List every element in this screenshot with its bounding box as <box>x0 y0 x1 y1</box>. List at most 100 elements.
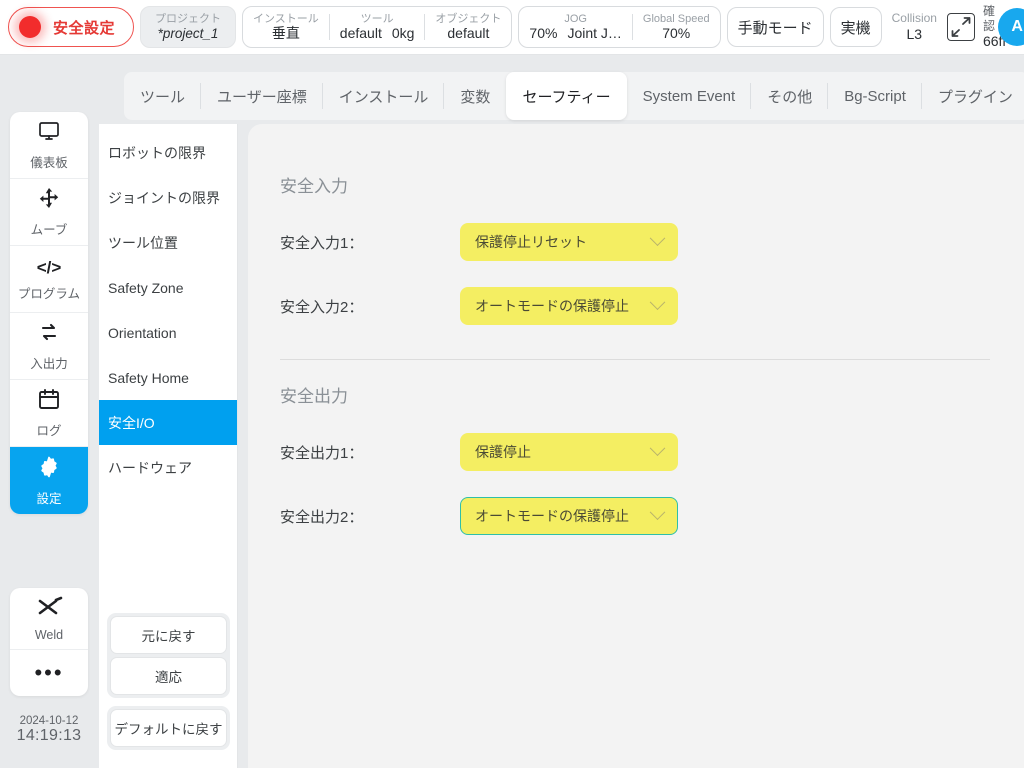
install-caption: インストール <box>253 12 319 25</box>
top-bar: 安全設定 プロジェクト *project_1 インストール 垂直 ツール def… <box>0 0 1024 55</box>
install-cell[interactable]: インストール 垂直 <box>243 13 329 42</box>
sidebar-item-program[interactable]: </> プログラム <box>10 246 88 313</box>
real-robot-button[interactable]: 実機 <box>829 7 882 47</box>
install-value: 垂直 <box>271 25 300 42</box>
tab-system-event[interactable]: System Event <box>627 72 752 120</box>
collision-level-indicator[interactable]: Collision L3 <box>888 11 941 42</box>
reset-default-button[interactable]: デフォルトに戻す <box>110 709 227 747</box>
safety-output-2-value: オートモードの保護停止 <box>475 508 629 524</box>
tab-variables[interactable]: 変数 <box>444 72 506 120</box>
safety-sub-navigation: ロボットの限界 ジョイントの限界 ツール位置 Safety Zone Orien… <box>99 124 238 768</box>
global-speed-value: 70% <box>662 25 691 42</box>
sidebar-item-settings[interactable]: 設定 <box>10 447 88 514</box>
tab-label: ユーザー座標 <box>217 88 307 106</box>
tab-label: プラグイン <box>937 88 1013 106</box>
tab-install[interactable]: インストール <box>323 72 445 120</box>
expand-arrows-icon[interactable] <box>946 13 975 41</box>
undo-button[interactable]: 元に戻す <box>110 616 227 654</box>
safety-input-1-label: 安全入力1： <box>280 234 364 252</box>
tab-others[interactable]: その他 <box>751 72 829 120</box>
collision-caption: Collision <box>891 11 937 26</box>
object-value: default <box>447 25 490 42</box>
nav-item-label: Orientation <box>108 324 177 341</box>
clock-date: 2024-10-12 <box>19 715 79 727</box>
tab-plugin[interactable]: プラグイン <box>922 72 1024 120</box>
sidebar-item-move[interactable]: ムーブ <box>10 179 88 246</box>
main-navigation-rail: 儀表板 ムーブ </> プログラム 入出力 ログ 設定 <box>10 112 88 514</box>
install-tool-object-pill[interactable]: インストール 垂直 ツール default 0kg オブジェクト default <box>242 6 513 48</box>
nav-item-joint-limits[interactable]: ジョイントの限界 <box>99 175 237 220</box>
safety-input-2-row: 安全入力2： オートモードの保護停止 <box>280 287 1024 325</box>
tool-item-weld[interactable]: Weld <box>10 588 88 650</box>
chevron-down-icon <box>649 503 666 520</box>
safety-input-2-dropdown[interactable]: オートモードの保護停止 <box>460 287 678 325</box>
sidebar-item-dashboard[interactable]: 儀表板 <box>10 112 88 179</box>
red-status-dot-icon <box>19 16 41 38</box>
jog-caption: JOG <box>564 12 587 25</box>
nav-item-label: ハードウェア <box>108 459 192 476</box>
manual-mode-button[interactable]: 手動モード <box>726 7 824 47</box>
tab-bg-script[interactable]: Bg-Script <box>828 72 922 120</box>
chevron-down-icon <box>649 229 666 246</box>
nav-item-hardware[interactable]: ハードウェア <box>99 445 237 490</box>
chevron-down-icon <box>649 293 666 310</box>
tool-item-more[interactable]: ••• <box>10 650 88 696</box>
tab-label: セーフティー <box>522 88 611 106</box>
tab-label: インストール <box>338 88 429 106</box>
tab-tool[interactable]: ツール <box>124 72 202 120</box>
safety-output-1-row: 安全出力1： 保護停止 <box>280 433 1024 471</box>
sidebar-item-label: プログラム <box>17 286 81 301</box>
safety-nav-list: ロボットの限界 ジョイントの限界 ツール位置 Safety Zone Orien… <box>99 124 237 490</box>
nav-item-robot-limits[interactable]: ロボットの限界 <box>99 130 237 175</box>
sidebar-item-log[interactable]: ログ <box>10 380 88 447</box>
safety-output-2-dropdown[interactable]: オートモードの保護停止 <box>460 497 678 535</box>
nav-item-label: Safety Home <box>108 369 189 386</box>
nav-item-safety-io[interactable]: 安全I/O <box>99 400 237 445</box>
move-arrows-icon <box>37 186 61 215</box>
nav-item-tool-position[interactable]: ツール位置 <box>99 220 237 265</box>
jog-speed-pill[interactable]: JOG 70% Joint J… Global Speed 70% <box>518 6 721 48</box>
tool-value: default <box>339 25 382 42</box>
safety-settings-badge[interactable]: 安全設定 <box>8 7 135 47</box>
sidebar-item-io[interactable]: 入出力 <box>10 313 88 380</box>
tab-label: その他 <box>767 88 813 106</box>
nav-item-label: Safety Zone <box>108 279 184 296</box>
safety-input-1-dropdown[interactable]: 保護停止リセット <box>460 223 678 261</box>
tool-cell[interactable]: ツール default 0kg <box>330 13 425 42</box>
project-pill[interactable]: プロジェクト *project_1 <box>140 6 237 48</box>
ellipsis-icon: ••• <box>34 660 64 685</box>
undo-apply-group: 元に戻す 適応 <box>107 613 230 698</box>
apply-button[interactable]: 適応 <box>110 657 227 695</box>
app-root: 安全設定 プロジェクト *project_1 インストール 垂直 ツール def… <box>0 0 1024 768</box>
nav-item-safety-zone[interactable]: Safety Zone <box>99 265 237 310</box>
weld-torch-icon <box>35 595 63 624</box>
object-cell[interactable]: オブジェクト default <box>425 13 511 42</box>
nav-item-label: ジョイントの限界 <box>108 189 220 206</box>
tool-shortcut-rail: Weld ••• <box>10 588 88 696</box>
safety-output-2-label: 安全出力2： <box>280 508 364 526</box>
safety-settings-label: 安全設定 <box>53 19 116 37</box>
sidebar-item-label: 儀表板 <box>30 156 68 170</box>
nav-item-orientation[interactable]: Orientation <box>99 310 237 355</box>
tab-label: System Event <box>642 87 736 105</box>
code-brackets-icon: </> <box>36 257 62 277</box>
collision-value: L3 <box>906 25 923 42</box>
global-speed-cell[interactable]: Global Speed 70% <box>633 13 720 42</box>
jog-value: Joint J… <box>567 25 622 42</box>
sidebar-item-label: 設定 <box>36 491 62 506</box>
sidebar-item-label: ログ <box>36 424 62 438</box>
tool-item-label: Weld <box>34 628 64 642</box>
jog-cell[interactable]: JOG 70% Joint J… <box>519 13 632 42</box>
safety-io-panel: 安全入力 安全入力1： 保護停止リセット 安全入力2： オートモードの保護停止 … <box>248 124 1024 768</box>
safety-output-1-dropdown[interactable]: 保護停止 <box>460 433 678 471</box>
tab-safety[interactable]: セーフティー <box>506 72 627 120</box>
safety-output-section-title: 安全出力 <box>280 387 348 406</box>
reset-group: デフォルトに戻す <box>107 706 230 750</box>
project-value: *project_1 <box>157 25 219 41</box>
nav-item-safety-home[interactable]: Safety Home <box>99 355 237 400</box>
safety-input-1-value: 保護停止リセット <box>475 234 587 250</box>
jog-percent: 70% <box>529 25 558 42</box>
tab-label: ツール <box>140 88 186 106</box>
tab-user-coordinate[interactable]: ユーザー座標 <box>201 72 323 120</box>
safety-output-1-label: 安全出力1： <box>280 444 364 462</box>
